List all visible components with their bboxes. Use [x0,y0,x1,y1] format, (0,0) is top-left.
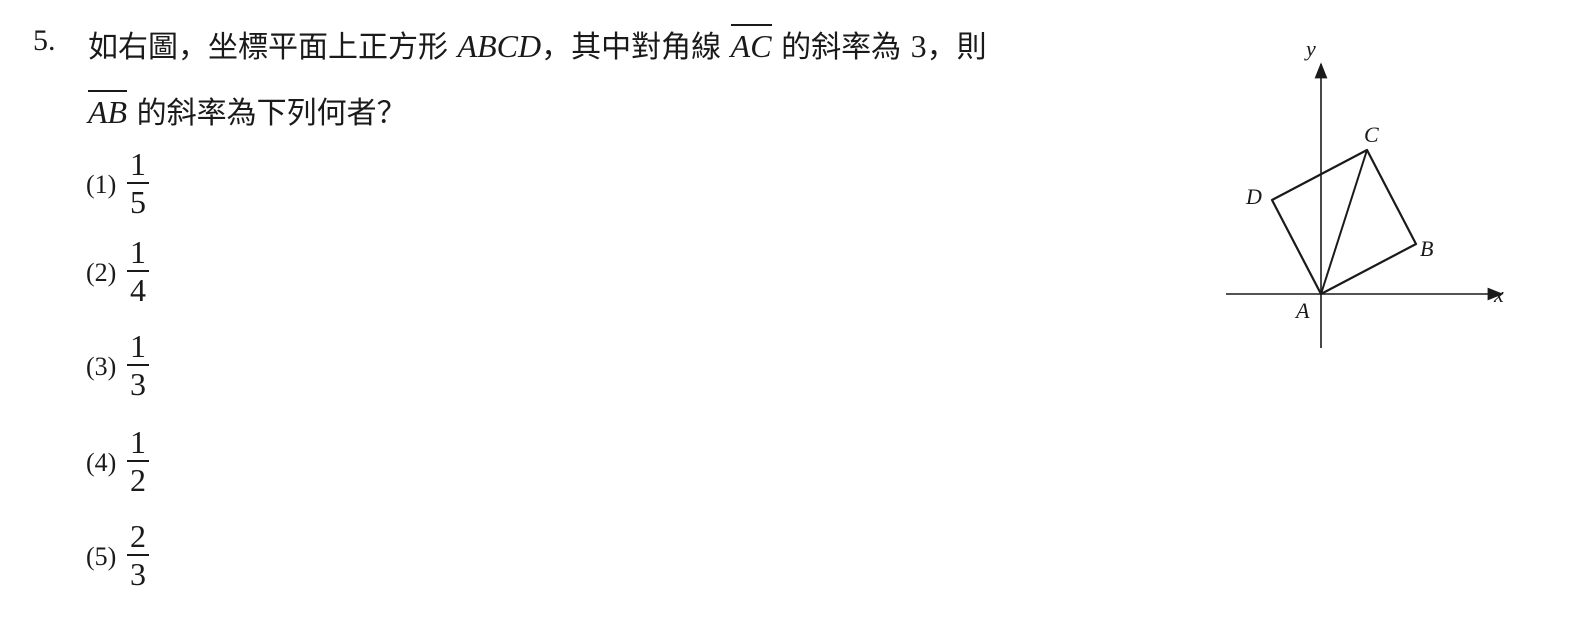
option-label: (3) [86,352,117,381]
point-b-label: B [1420,236,1433,261]
fraction-numerator: 1 [130,328,146,364]
segment-ac: AC [730,24,772,64]
fraction-numerator: 2 [130,518,146,554]
option-fraction: 23 [126,520,150,592]
option-3[interactable]: (3) 13 [86,330,166,402]
option-label: (2) [86,258,117,287]
point-d-label: D [1245,184,1262,209]
fraction-numerator: 1 [130,146,146,182]
point-c-label: C [1364,122,1379,147]
fraction-numerator: 1 [130,234,146,270]
option-fraction: 13 [126,330,150,402]
slope-value: 3 [910,28,927,64]
point-a-label: A [1294,298,1310,323]
option-label: (4) [86,448,117,477]
question-text-2a: 的斜率為下列何者？ [127,96,407,131]
fraction-denominator: 2 [130,462,146,498]
square-figure: x y A B C D [1226,36,1504,348]
segment-ab: AB [88,90,128,130]
option-fraction: 14 [126,236,150,308]
option-1[interactable]: (1) 15 [86,148,166,220]
option-label: (5) [86,542,117,571]
question-text-1b: ，其中對角線 [541,30,731,65]
question-text-1c: 的斜率為 [771,30,911,65]
fraction-denominator: 4 [130,272,146,308]
question-line-2: AB 的斜率為下列何者？ [88,88,407,132]
x-axis-label: x [1493,282,1504,307]
option-fraction: 12 [126,426,150,498]
fraction-denominator: 5 [130,184,146,220]
square-name: ABCD [457,28,542,64]
fraction-denominator: 3 [130,366,146,402]
option-4[interactable]: (4) 12 [86,426,166,498]
option-5[interactable]: (5) 23 [86,520,166,592]
question-text-1d: ，則 [926,30,987,65]
question-line-1: 如右圖，坐標平面上正方形 ABCD，其中對角線 AC 的斜率為 3，則 [88,22,987,66]
question-number: 5. [33,24,56,57]
option-fraction: 15 [126,148,150,220]
y-axis-label: y [1304,36,1316,61]
fraction-denominator: 3 [130,556,146,592]
fraction-numerator: 1 [130,424,146,460]
option-label: (1) [86,170,117,199]
question-text-1a: 如右圖，坐標平面上正方形 [88,30,458,65]
option-2[interactable]: (2) 14 [86,236,166,308]
